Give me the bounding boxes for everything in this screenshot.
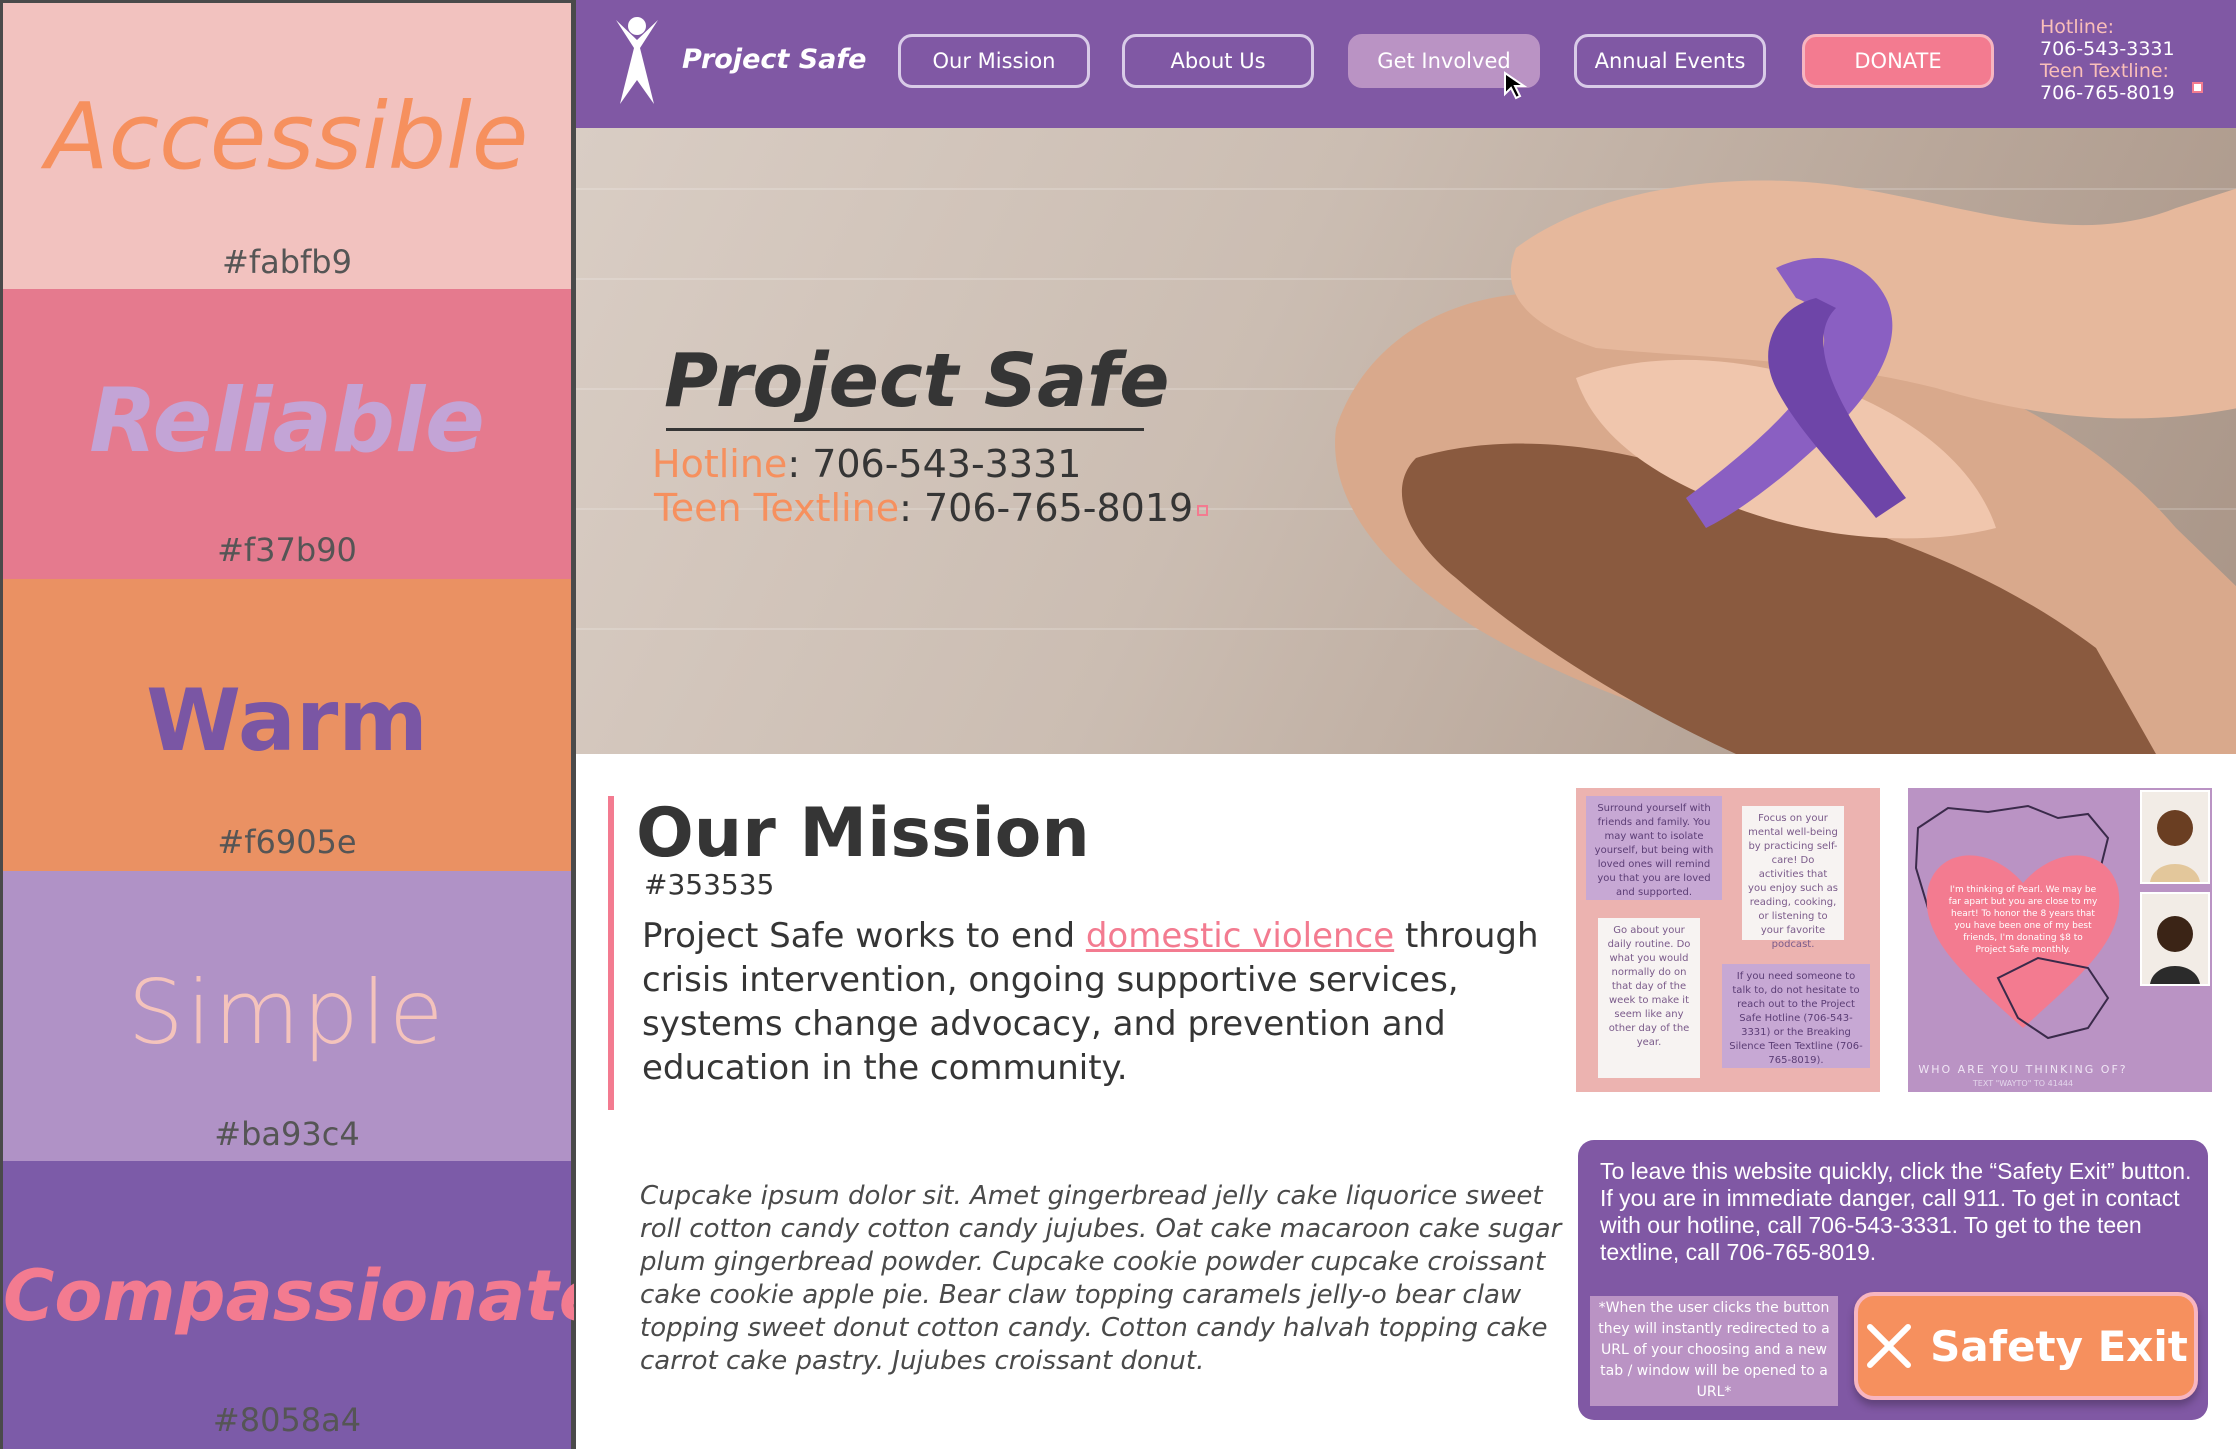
hero-hotline-number[interactable]: : 706-543-3331	[787, 442, 1081, 486]
swatch-word: Simple	[127, 961, 447, 1064]
swatch-word: Reliable	[89, 369, 485, 472]
swatch-reliable: Reliable #f37b90	[3, 289, 571, 579]
top-navigation: Project Safe Our Mission About Us Get In…	[576, 0, 2236, 128]
lorem-paragraph: Cupcake ipsum dolor sit. Amet gingerbrea…	[640, 1181, 1562, 1376]
mouse-cursor-icon	[1504, 71, 1528, 100]
domestic-violence-link[interactable]: domestic violence	[1086, 916, 1394, 956]
nav-annual-events[interactable]: Annual Events	[1574, 34, 1766, 88]
nav-our-mission[interactable]: Our Mission	[898, 34, 1090, 88]
swatch-hex: #f37b90	[217, 531, 357, 569]
swatch-hex: #ba93c4	[214, 1115, 360, 1153]
hands-ribbon-photo	[1335, 180, 2236, 754]
safety-exit-label: Safety Exit	[1930, 1321, 2188, 1371]
safety-note: *When the user clicks the button they wi…	[1590, 1296, 1838, 1406]
safety-exit-panel: To leave this website quickly, click the…	[1578, 1140, 2208, 1420]
mission-color-hex: #353535	[644, 868, 775, 901]
donate-button[interactable]: DONATE	[1802, 34, 1994, 88]
poster-note: Surround yourself with friends and famil…	[1586, 796, 1722, 900]
safety-instructions: To leave this website quickly, click the…	[1600, 1158, 2192, 1265]
logo-person-icon[interactable]	[610, 14, 664, 108]
mission-accent-bar	[608, 796, 614, 1110]
poster-note: Go about your daily routine. Do what you…	[1598, 918, 1700, 1078]
person-avatar-icon	[2150, 916, 2200, 984]
poster-note: Focus on your mental well-being by pract…	[1742, 806, 1844, 950]
hotline-label: Hotline:	[2040, 16, 2115, 38]
safety-exit-button[interactable]: Safety Exit	[1854, 1292, 2198, 1400]
hero-textline-label: Teen Textline	[654, 486, 900, 530]
mission-heading: Our Mission	[636, 794, 1090, 873]
photo-thumbnail	[2140, 892, 2210, 986]
close-icon	[1867, 1324, 1912, 1368]
overflow-marker-icon	[1197, 505, 1209, 516]
hero-title: Project Safe	[664, 338, 1170, 424]
swatch-accessible: Accessible #fabfb9	[3, 3, 571, 289]
swatch-word: Compassionate	[3, 1255, 607, 1337]
person-avatar-icon	[2150, 810, 2200, 882]
textline-label: Teen Textline:	[2040, 60, 2169, 82]
swatch-hex: #fabfb9	[222, 243, 352, 281]
thinking-of-poster[interactable]: I'm thinking of Pearl. We may be far apa…	[1908, 788, 2212, 1092]
color-palette: Accessible #fabfb9 Reliable #f37b90 Warm…	[0, 0, 607, 1449]
nav-about-us[interactable]: About Us	[1122, 34, 1314, 88]
website-mockup: Project Safe Our Mission About Us Get In…	[574, 0, 2236, 1449]
swatch-hex: #f6905e	[217, 823, 357, 861]
swatch-simple: Simple #ba93c4	[3, 871, 571, 1161]
brand-name[interactable]: Project Safe	[682, 44, 866, 75]
swatch-word: Warm	[146, 671, 428, 771]
swatch-compassionate: Compassionate #8058a4	[3, 1161, 607, 1449]
poster-footer: WHO ARE YOU THINKING OF?	[1918, 1063, 2128, 1076]
hero-textline: Teen Textline: 706-765-8019	[654, 486, 1209, 530]
swatch-word: Accessible	[45, 83, 529, 190]
overflow-marker-icon	[2192, 82, 2203, 93]
hero-hotline: Hotline: 706-543-3331	[652, 442, 1081, 486]
poster-heart-text: I'm thinking of Pearl. We may be far apa…	[1948, 885, 2098, 955]
photo-thumbnail	[2140, 790, 2210, 884]
self-care-poster[interactable]: Surround yourself with friends and famil…	[1576, 788, 1880, 1092]
hero-textline-number[interactable]: : 706-765-8019	[899, 486, 1193, 530]
mission-paragraph: Project Safe works to end domestic viole…	[642, 914, 1562, 1090]
mission-text-before: Project Safe works to end	[642, 916, 1086, 956]
hero-divider	[666, 428, 1144, 431]
hero-hotline-label: Hotline	[652, 442, 788, 486]
hero-banner: Project Safe Hotline: 706-543-3331 Teen …	[576, 128, 2236, 754]
poster-subtext: TEXT "WAYTO" TO 41444	[1972, 1079, 2074, 1088]
swatch-warm: Warm #f6905e	[3, 579, 571, 871]
hotline-number[interactable]: 706-543-3331	[2040, 38, 2220, 60]
swatch-hex: #8058a4	[212, 1401, 362, 1439]
poster-note: If you need someone to talk to, do not h…	[1722, 964, 1870, 1068]
